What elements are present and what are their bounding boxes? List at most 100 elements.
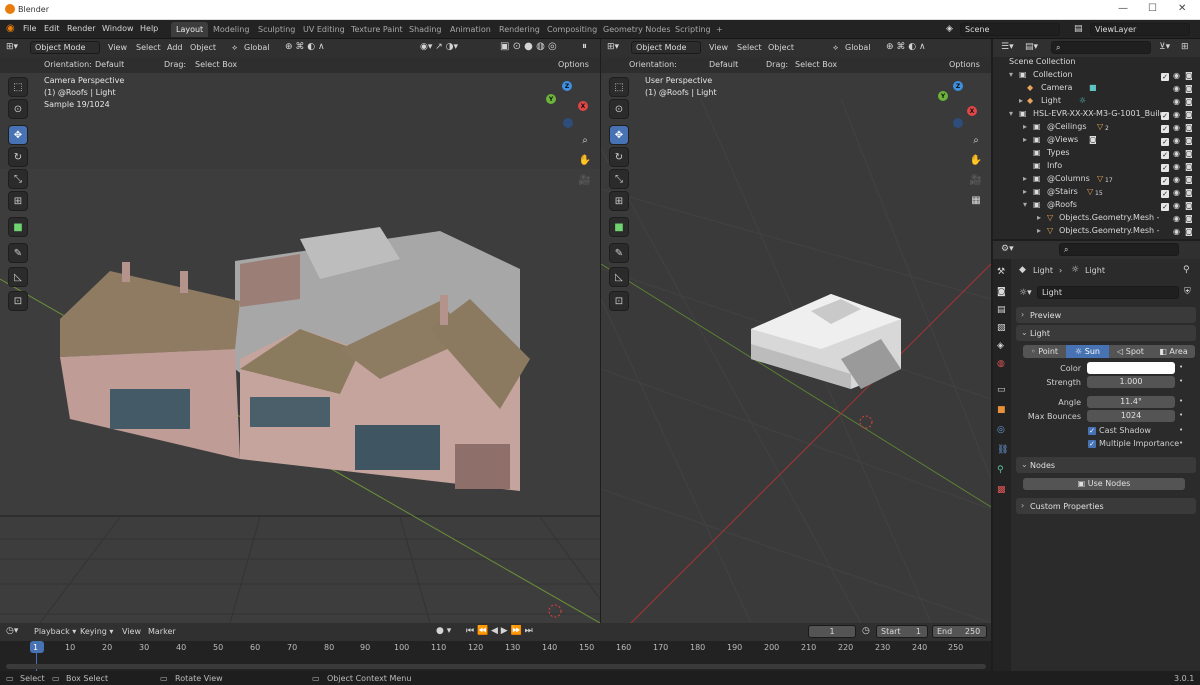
annotate-tool[interactable]: ✎: [8, 243, 28, 263]
tab-geometry-nodes[interactable]: Geometry Nodes: [598, 22, 675, 37]
camera-render-icon[interactable]: ◙: [1185, 214, 1193, 223]
annotate-tool-right[interactable]: ✎: [609, 243, 629, 263]
expand-icon[interactable]: ▸: [1023, 174, 1027, 183]
editor-type-icon-right[interactable]: ⊞▾: [607, 42, 619, 52]
tool-tab-icon[interactable]: ⚒: [997, 267, 1005, 277]
gizmo-y-axis-right[interactable]: Y: [938, 91, 948, 101]
preview-section[interactable]: › Preview: [1016, 307, 1196, 323]
camera-view-icon[interactable]: 🎥: [577, 172, 593, 188]
close-button[interactable]: ✕: [1178, 3, 1186, 14]
exclude-checkbox[interactable]: ✓: [1161, 203, 1169, 211]
minimize-button[interactable]: —: [1118, 3, 1128, 14]
editor-type-icon[interactable]: ⊞▾: [6, 42, 18, 52]
scene-selector[interactable]: Scene: [960, 23, 1060, 36]
playback-controls-icon[interactable]: ⏮ ⏪ ◀ ▶ ⏩ ⏭: [466, 626, 533, 636]
cast-shadow-checkbox[interactable]: ✓: [1088, 427, 1096, 435]
camera-render-icon[interactable]: ◙: [1185, 188, 1193, 197]
tab-sculpting[interactable]: Sculpting: [253, 22, 300, 37]
keyframe-dot-icon[interactable]: •: [1179, 439, 1183, 447]
current-frame-field[interactable]: 1: [808, 625, 856, 638]
light-type-point[interactable]: ◦ Point: [1023, 345, 1066, 358]
keyframe-dot-icon[interactable]: •: [1179, 377, 1183, 385]
eye-icon[interactable]: ◉: [1173, 123, 1180, 132]
orientation-value-right[interactable]: Default: [709, 60, 738, 69]
pause-render-icon[interactable]: ⏸: [582, 41, 587, 52]
expand-icon[interactable]: ▸: [1019, 96, 1023, 105]
zoom-icon-right[interactable]: ⌕: [968, 132, 984, 148]
shading-mode-icon[interactable]: ▣ ⊙ ● ◍ ◎: [500, 41, 557, 52]
object-tab-icon[interactable]: ■: [997, 405, 1006, 415]
tab-modeling[interactable]: Modeling: [208, 22, 254, 37]
drag-value-left[interactable]: Select Box: [195, 60, 237, 69]
maximize-button[interactable]: ☐: [1148, 3, 1157, 14]
eye-icon[interactable]: ◉: [1173, 188, 1180, 197]
exclude-checkbox[interactable]: ✓: [1161, 190, 1169, 198]
transform-selector-right[interactable]: Global: [845, 43, 871, 52]
menu-help[interactable]: Help: [140, 24, 158, 33]
outliner-editor-icon[interactable]: ☰▾: [1001, 42, 1014, 52]
cursor-tool[interactable]: ⊙: [8, 99, 28, 119]
camera-render-icon[interactable]: ◙: [1185, 175, 1193, 184]
eye-icon[interactable]: ◉: [1173, 97, 1180, 106]
custom-properties-section[interactable]: › Custom Properties: [1016, 498, 1196, 514]
exclude-checkbox[interactable]: ✓: [1161, 151, 1169, 159]
exclude-checkbox[interactable]: ✓: [1161, 164, 1169, 172]
light-section[interactable]: ⌄ Light: [1016, 325, 1196, 341]
display-mode-icon[interactable]: ▤▾: [1025, 42, 1038, 52]
eye-icon[interactable]: ◉: [1173, 110, 1180, 119]
record-icon[interactable]: ● ▾: [436, 626, 451, 636]
pan-hand-icon-right[interactable]: ✋: [968, 152, 984, 168]
constraints-tab-icon[interactable]: ⛓: [997, 445, 1008, 455]
viewport-right[interactable]: ⊞▾ Object Mode View Select Object ⟡ Glob…: [601, 39, 991, 623]
blender-menu-icon[interactable]: ◉: [6, 23, 15, 34]
light-datablock-field[interactable]: Light: [1037, 286, 1179, 299]
timeline-view-menu[interactable]: View: [122, 627, 141, 636]
gizmo-z-axis[interactable]: Z: [562, 81, 572, 91]
measure-tool[interactable]: ◺: [8, 267, 28, 287]
light-type-spot[interactable]: ◁ Spot: [1109, 345, 1152, 358]
outliner-search-input[interactable]: ⌕: [1051, 41, 1151, 54]
mode-selector-left[interactable]: Object Mode: [30, 41, 100, 54]
timeline-editor-icon[interactable]: ◷▾: [6, 626, 18, 636]
eye-icon[interactable]: ◉: [1173, 149, 1180, 158]
options-left[interactable]: Options: [558, 60, 589, 69]
keyframe-dot-icon[interactable]: •: [1179, 363, 1183, 371]
light-data-tab-icon[interactable]: ⚲: [997, 465, 1004, 475]
expand-icon[interactable]: ▸: [1023, 122, 1027, 131]
view-layer-tab-icon[interactable]: ▧: [997, 323, 1006, 333]
strength-field[interactable]: 1.000: [1087, 376, 1175, 388]
tab-scripting[interactable]: Scripting: [670, 22, 716, 37]
new-collection-icon[interactable]: ⊞: [1181, 42, 1189, 52]
select-box-tool[interactable]: ⬚: [8, 77, 28, 97]
expand-icon[interactable]: ▾: [1009, 70, 1013, 79]
tab-layout[interactable]: Layout: [171, 22, 209, 37]
add-object-tool-right[interactable]: ⊡: [609, 291, 629, 311]
gizmo-x-axis-right[interactable]: X: [967, 106, 977, 116]
start-frame-field[interactable]: Start 1: [876, 625, 928, 638]
view-layer-selector[interactable]: ViewLayer: [1090, 23, 1190, 36]
select-box-tool-right[interactable]: ⬚: [609, 77, 629, 97]
max-bounces-field[interactable]: 1024: [1087, 410, 1175, 422]
viewport-right-menu-object[interactable]: Object: [768, 43, 794, 52]
tab-animation[interactable]: Animation: [445, 22, 496, 37]
eye-icon[interactable]: ◉: [1173, 201, 1180, 210]
keyframe-dot-icon[interactable]: •: [1179, 411, 1183, 419]
camera-render-icon[interactable]: ◙: [1185, 71, 1193, 80]
tab-texture-paint[interactable]: Texture Paint: [346, 22, 408, 37]
viewport-left-menu-select[interactable]: Select: [136, 43, 161, 52]
outliner-scene-collection[interactable]: Scene Collection: [1009, 57, 1200, 70]
camera-render-icon[interactable]: ◙: [1185, 110, 1193, 119]
viewport-left-menu-view[interactable]: View: [108, 43, 127, 52]
gizmo-x-axis[interactable]: X: [578, 101, 588, 111]
options-right[interactable]: Options: [949, 60, 980, 69]
add-object-tool[interactable]: ⊡: [8, 291, 28, 311]
light-datablock-icon[interactable]: ☼▾: [1019, 288, 1032, 298]
orientation-value-left[interactable]: Default: [95, 60, 124, 69]
scale-tool-right[interactable]: ⤡: [609, 169, 629, 189]
menu-edit[interactable]: Edit: [44, 24, 60, 33]
filter-icon[interactable]: ⊻▾: [1159, 42, 1170, 52]
add-workspace-button[interactable]: +: [711, 22, 728, 37]
camera-render-icon[interactable]: ◙: [1185, 149, 1193, 158]
eye-icon[interactable]: ◉: [1173, 71, 1180, 80]
properties-search-input[interactable]: ⌕: [1059, 243, 1179, 256]
